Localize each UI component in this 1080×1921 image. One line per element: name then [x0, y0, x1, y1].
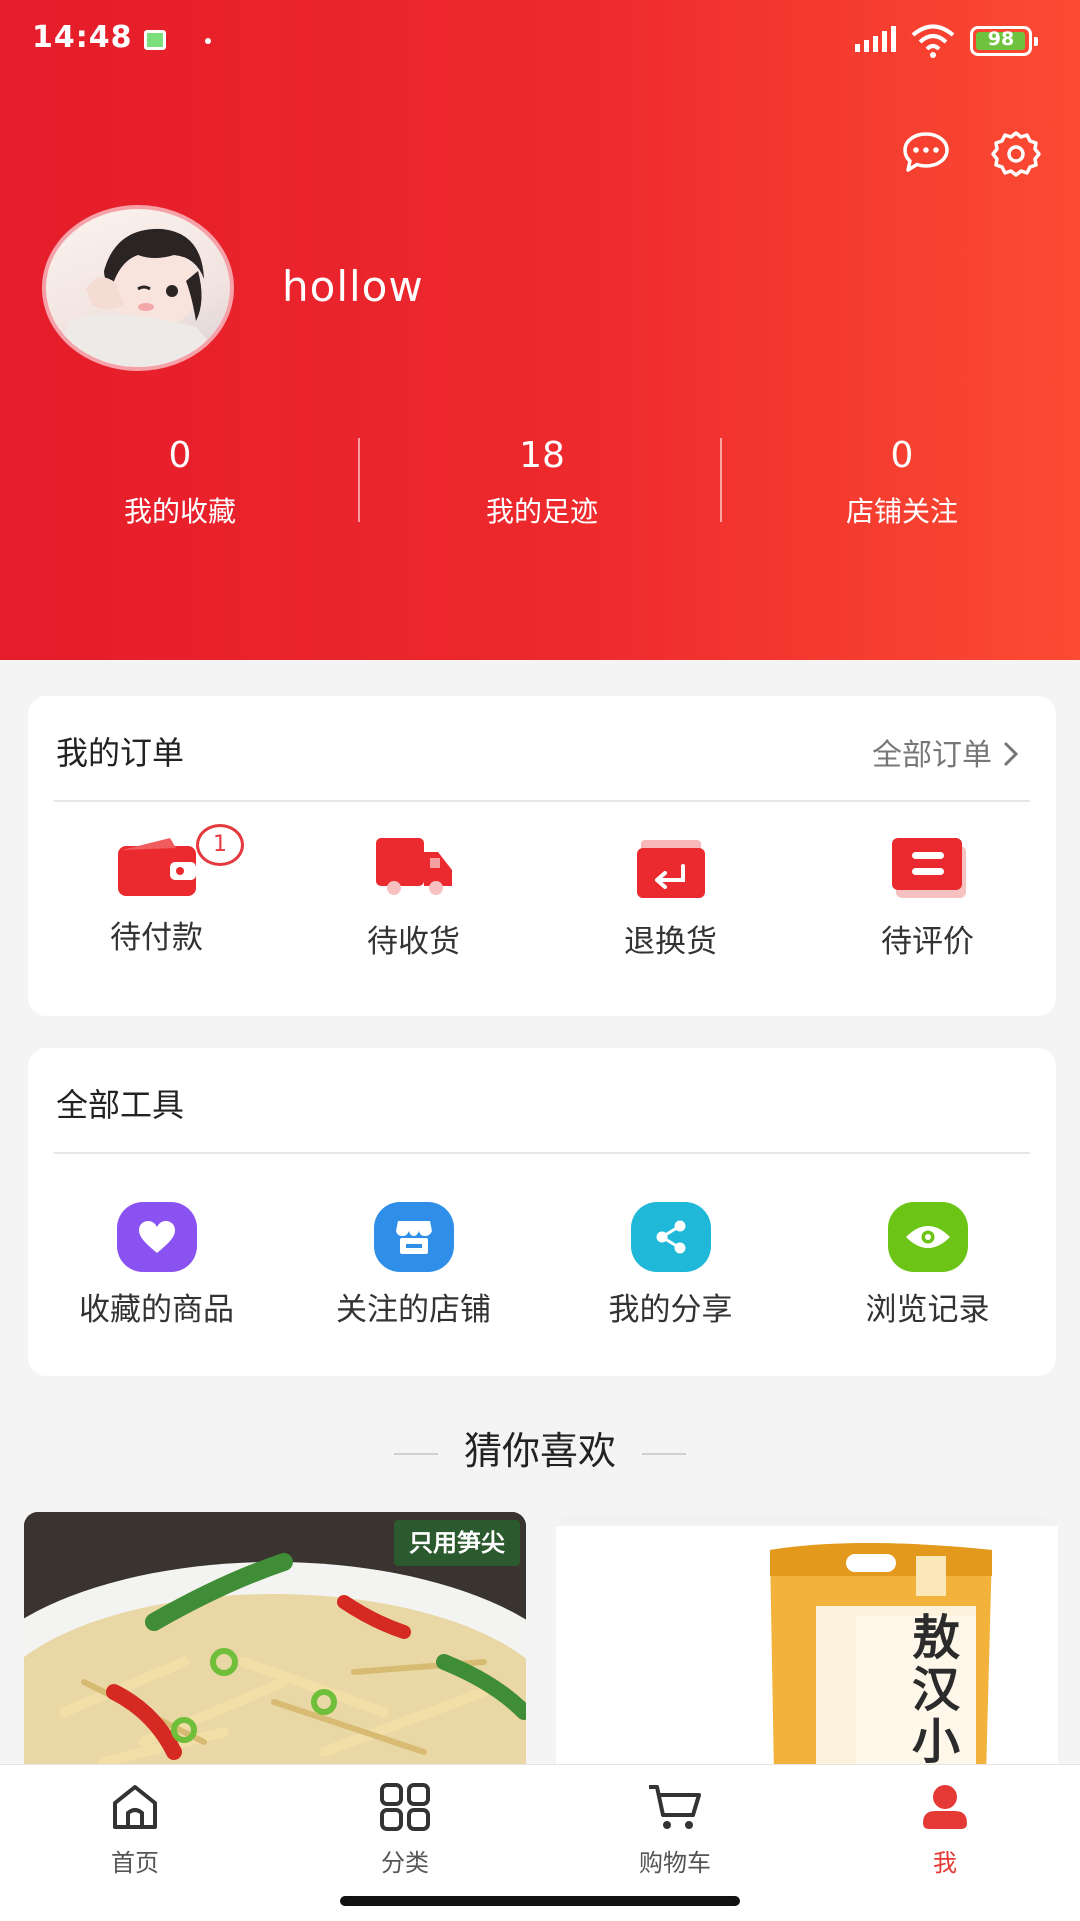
profile-header: 14:48 98 hollow 0 我的收藏 18 我的足迹 0 店铺关注: [0, 0, 1080, 660]
status-time: 14:48: [32, 20, 133, 55]
stat-divider: [358, 438, 360, 522]
nav-home[interactable]: 首页: [35, 1783, 235, 1878]
stat-footprints[interactable]: 18 我的足迹: [392, 432, 692, 530]
battery-level: 98: [987, 28, 1015, 50]
title-dash-left: [393, 1452, 438, 1455]
nav-category[interactable]: 分类: [305, 1783, 505, 1878]
order-pending-receipt[interactable]: 待收货: [285, 836, 542, 961]
all-orders-label: 全部订单: [872, 738, 992, 773]
stat-store-follows-label: 店铺关注: [845, 495, 958, 528]
orders-title: 我的订单: [56, 734, 185, 772]
nav-home-label: 首页: [111, 1849, 159, 1877]
signal-icon: [855, 26, 896, 52]
tool-browse-history-label: 浏览记录: [865, 1292, 990, 1328]
notification-dot-icon: [205, 38, 211, 44]
notification-app-icon: [144, 30, 166, 50]
tool-favorite-products-label: 收藏的商品: [79, 1292, 234, 1328]
stat-footprints-value: 18: [519, 435, 565, 476]
tools-divider: [54, 1152, 1030, 1154]
truck-icon: [375, 838, 452, 895]
share-icon: [656, 1220, 685, 1254]
cart-icon: [649, 1785, 701, 1829]
order-returns[interactable]: 退换货: [542, 836, 799, 961]
stat-favorites-label: 我的收藏: [123, 495, 236, 528]
recommend-title: 猜你喜欢: [463, 1429, 616, 1473]
product-tag: 只用笋尖: [409, 1529, 505, 1557]
tool-my-shares-tile: [630, 1202, 711, 1272]
orders-divider: [54, 800, 1030, 802]
stat-divider: [720, 438, 722, 522]
product-brand-text: 敖汉小米: [911, 1610, 960, 1776]
home-indicator[interactable]: [340, 1896, 740, 1906]
return-icon: [636, 840, 705, 898]
nav-me-label: 我: [933, 1849, 957, 1877]
title-dash-right: [642, 1452, 686, 1455]
profile-icon: [923, 1785, 967, 1829]
recommend-section-title: 猜你喜欢: [0, 1420, 1080, 1475]
battery-tip: [1034, 37, 1038, 46]
tool-my-shares-label: 我的分享: [608, 1292, 733, 1328]
store-icon: [395, 1221, 432, 1254]
tool-followed-stores-tile: [373, 1202, 454, 1272]
tool-followed-stores[interactable]: 关注的店铺: [285, 1202, 542, 1329]
tool-favorite-products-tile: [116, 1202, 197, 1272]
tool-my-shares[interactable]: 我的分享: [542, 1202, 799, 1329]
orders-card: 我的订单 全部订单 1 待付款 待收货 退换货 待评价: [28, 696, 1056, 1016]
stat-store-follows[interactable]: 0 店铺关注: [752, 432, 1052, 530]
settings-gear-icon[interactable]: [990, 128, 1042, 180]
all-orders-link[interactable]: 全部订单: [872, 730, 1020, 774]
product-card-bamboo-shoots[interactable]: 只用笋尖: [24, 1512, 526, 1772]
nav-cart-label: 购物车: [639, 1849, 711, 1877]
tool-favorite-products[interactable]: 收藏的商品: [28, 1202, 285, 1329]
stat-favorites[interactable]: 0 我的收藏: [30, 432, 330, 530]
heart-icon: [138, 1221, 175, 1253]
category-icon: [380, 1783, 430, 1831]
order-pending-review-label: 待评价: [881, 924, 974, 960]
wallet-icon: [118, 838, 196, 896]
message-icon[interactable]: [900, 128, 952, 180]
status-bar: 14:48 98: [0, 0, 1080, 80]
eye-icon: [905, 1226, 950, 1248]
tools-card: 全部工具 收藏的商品 关注的店铺 我的分享 浏览记录: [28, 1048, 1056, 1376]
nav-category-label: 分类: [381, 1849, 429, 1877]
stat-store-follows-value: 0: [890, 435, 914, 476]
product-image: [556, 1516, 1058, 1776]
product-card-millet[interactable]: 敖汉小米: [556, 1516, 1058, 1776]
avatar[interactable]: [42, 205, 234, 371]
wifi-icon: [911, 24, 955, 58]
avatar-illustration: [46, 228, 230, 367]
stat-favorites-value: 0: [168, 435, 192, 476]
tool-browse-history-tile: [887, 1202, 968, 1272]
username[interactable]: hollow: [282, 262, 424, 311]
review-icon: [891, 838, 966, 898]
order-pending-payment-label: 待付款: [110, 920, 203, 956]
tool-followed-stores-label: 关注的店铺: [336, 1292, 491, 1328]
order-pending-receipt-label: 待收货: [367, 924, 460, 960]
battery-icon: 98: [970, 26, 1038, 56]
nav-cart[interactable]: 购物车: [575, 1783, 775, 1878]
order-returns-label: 退换货: [624, 924, 717, 960]
chevron-right-icon: [1003, 741, 1019, 767]
tools-title: 全部工具: [56, 1086, 185, 1124]
home-icon: [113, 1785, 157, 1829]
order-pending-payment[interactable]: 1 待付款: [28, 824, 285, 957]
order-pending-review[interactable]: 待评价: [799, 836, 1056, 961]
nav-me[interactable]: 我: [845, 1783, 1045, 1878]
stat-footprints-label: 我的足迹: [485, 495, 598, 528]
tool-browse-history[interactable]: 浏览记录: [799, 1202, 1056, 1329]
pending-payment-badge: 1: [196, 824, 244, 866]
